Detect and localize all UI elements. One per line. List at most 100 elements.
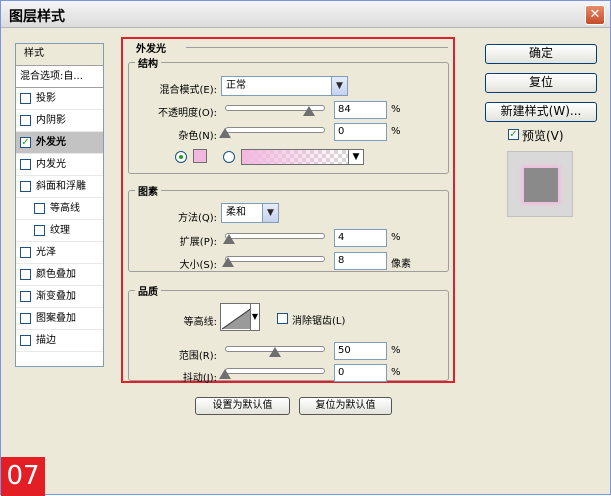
spread-slider[interactable] (225, 233, 325, 239)
style-list-item[interactable]: 渐变叠加 (16, 286, 103, 308)
style-label: 内发光 (36, 159, 66, 170)
dialog-title: 图层样式 (9, 9, 65, 25)
style-checkbox[interactable] (20, 114, 31, 126)
size-slider-thumb[interactable] (222, 257, 235, 267)
style-label: 等高线 (50, 203, 80, 214)
gradient-dropdown-icon[interactable]: ▼ (348, 149, 364, 165)
quality-title: 品质 (135, 283, 161, 298)
style-preview (507, 151, 573, 217)
elements-title: 图素 (135, 183, 161, 198)
noise-slider-thumb[interactable] (219, 128, 231, 138)
preview-checkbox[interactable]: ✓ (508, 129, 519, 140)
noise-slider[interactable] (225, 127, 325, 133)
range-input[interactable]: 50 (334, 342, 387, 360)
antialias-checkbox[interactable] (277, 313, 288, 324)
opacity-slider-thumb[interactable] (303, 106, 315, 116)
glow-color-swatch[interactable] (193, 149, 207, 163)
opacity-input[interactable]: 84 (334, 101, 387, 119)
reset-button[interactable]: 复位 (485, 73, 597, 93)
style-checkbox[interactable] (20, 246, 31, 258)
chevron-down-icon[interactable]: ▼ (331, 77, 347, 95)
size-slider[interactable] (225, 256, 325, 262)
chevron-down-icon[interactable]: ▼ (262, 204, 278, 222)
style-checkbox[interactable] (20, 290, 31, 302)
technique-value: 柔和 (226, 207, 246, 218)
style-label: 外发光 (36, 137, 66, 148)
solid-color-radio[interactable] (175, 151, 187, 163)
jitter-label: 抖动(J): (182, 373, 217, 384)
size-label: 大小(S): (179, 260, 217, 271)
style-checkbox[interactable] (34, 224, 45, 236)
style-list-item[interactable]: 等高线 (16, 198, 103, 220)
new-style-button[interactable]: 新建样式(W)... (485, 102, 597, 122)
structure-title: 结构 (135, 55, 161, 70)
size-input[interactable]: 8 (334, 252, 387, 270)
style-checkbox[interactable] (20, 334, 31, 346)
blend-mode-label: 混合模式(E): (159, 85, 218, 96)
preview-thumbnail (524, 168, 558, 202)
style-label: 光泽 (36, 247, 56, 258)
style-label: 颜色叠加 (36, 269, 76, 280)
blend-mode-select[interactable]: 正常 ▼ (221, 76, 348, 96)
style-checkbox[interactable] (20, 268, 31, 280)
style-checkbox[interactable] (20, 158, 31, 170)
range-slider-thumb[interactable] (269, 347, 281, 357)
jitter-input[interactable]: 0 (334, 364, 387, 382)
title-bar: 图层样式 ✕ (1, 1, 610, 28)
style-label: 斜面和浮雕 (36, 181, 86, 192)
spread-slider-thumb[interactable] (223, 234, 235, 244)
style-checkbox[interactable] (34, 202, 45, 214)
outer-glow-title: 外发光 (136, 44, 166, 55)
range-label: 范围(R): (178, 351, 217, 362)
spread-input[interactable]: 4 (334, 229, 387, 247)
layer-style-dialog: 图层样式 ✕ 样式 混合选项:自... 投影内阴影 ✓ 外发光内发光斜面和浮雕等高线… (0, 0, 611, 496)
styles-header[interactable]: 样式 (16, 44, 103, 66)
step-number-badge: 07 (1, 457, 45, 496)
contour-label: 等高线: (183, 317, 217, 328)
jitter-slider[interactable] (225, 368, 325, 374)
ok-button[interactable]: 确定 (485, 44, 597, 64)
size-unit: 像素 (391, 259, 411, 270)
style-list-item[interactable]: 光泽 (16, 242, 103, 264)
glow-gradient-picker[interactable] (241, 149, 349, 165)
contour-dropdown-icon[interactable]: ▼ (250, 303, 260, 331)
style-list-item[interactable]: 颜色叠加 (16, 264, 103, 286)
style-list-item[interactable]: 投影 (16, 88, 103, 110)
blend-mode-value: 正常 (226, 80, 246, 91)
make-default-button[interactable]: 设置为默认值 (195, 397, 290, 415)
opacity-label: 不透明度(O): (157, 108, 217, 119)
style-label: 投影 (36, 93, 56, 104)
noise-unit: % (391, 126, 401, 137)
range-unit: % (391, 345, 401, 356)
antialias-label: 消除锯齿(L) (292, 316, 346, 327)
style-checkbox[interactable] (20, 180, 31, 192)
close-icon[interactable]: ✕ (585, 5, 605, 25)
style-label: 渐变叠加 (36, 291, 76, 302)
style-checkbox[interactable] (20, 312, 31, 324)
reset-default-button[interactable]: 复位为默认值 (299, 397, 392, 415)
style-list-item[interactable]: ✓ 外发光 (16, 132, 103, 154)
jitter-slider-thumb[interactable] (219, 369, 231, 379)
opacity-unit: % (391, 104, 401, 115)
style-list-item[interactable]: 图案叠加 (16, 308, 103, 330)
style-list-item[interactable]: 斜面和浮雕 (16, 176, 103, 198)
styles-list: 样式 混合选项:自... 投影内阴影 ✓ 外发光内发光斜面和浮雕等高线纹理光泽颜色叠… (15, 43, 104, 367)
style-label: 内阴影 (36, 115, 66, 126)
noise-label: 杂色(N): (178, 131, 217, 142)
technique-select[interactable]: 柔和 ▼ (221, 203, 279, 223)
style-checkbox[interactable]: ✓ (20, 136, 31, 148)
style-list-item[interactable]: 描边 (16, 330, 103, 352)
style-label: 图案叠加 (36, 313, 76, 324)
blend-options-item[interactable]: 混合选项:自... (16, 66, 103, 88)
noise-input[interactable]: 0 (334, 123, 387, 141)
preview-label: 预览(V) (522, 129, 564, 143)
style-label: 纹理 (50, 225, 70, 236)
gradient-radio[interactable] (223, 151, 235, 163)
style-checkbox[interactable] (20, 92, 31, 104)
jitter-unit: % (391, 367, 401, 378)
style-list-item[interactable]: 纹理 (16, 220, 103, 242)
spread-label: 扩展(P): (179, 237, 217, 248)
title-divider (186, 47, 448, 48)
style-list-item[interactable]: 内发光 (16, 154, 103, 176)
style-list-item[interactable]: 内阴影 (16, 110, 103, 132)
